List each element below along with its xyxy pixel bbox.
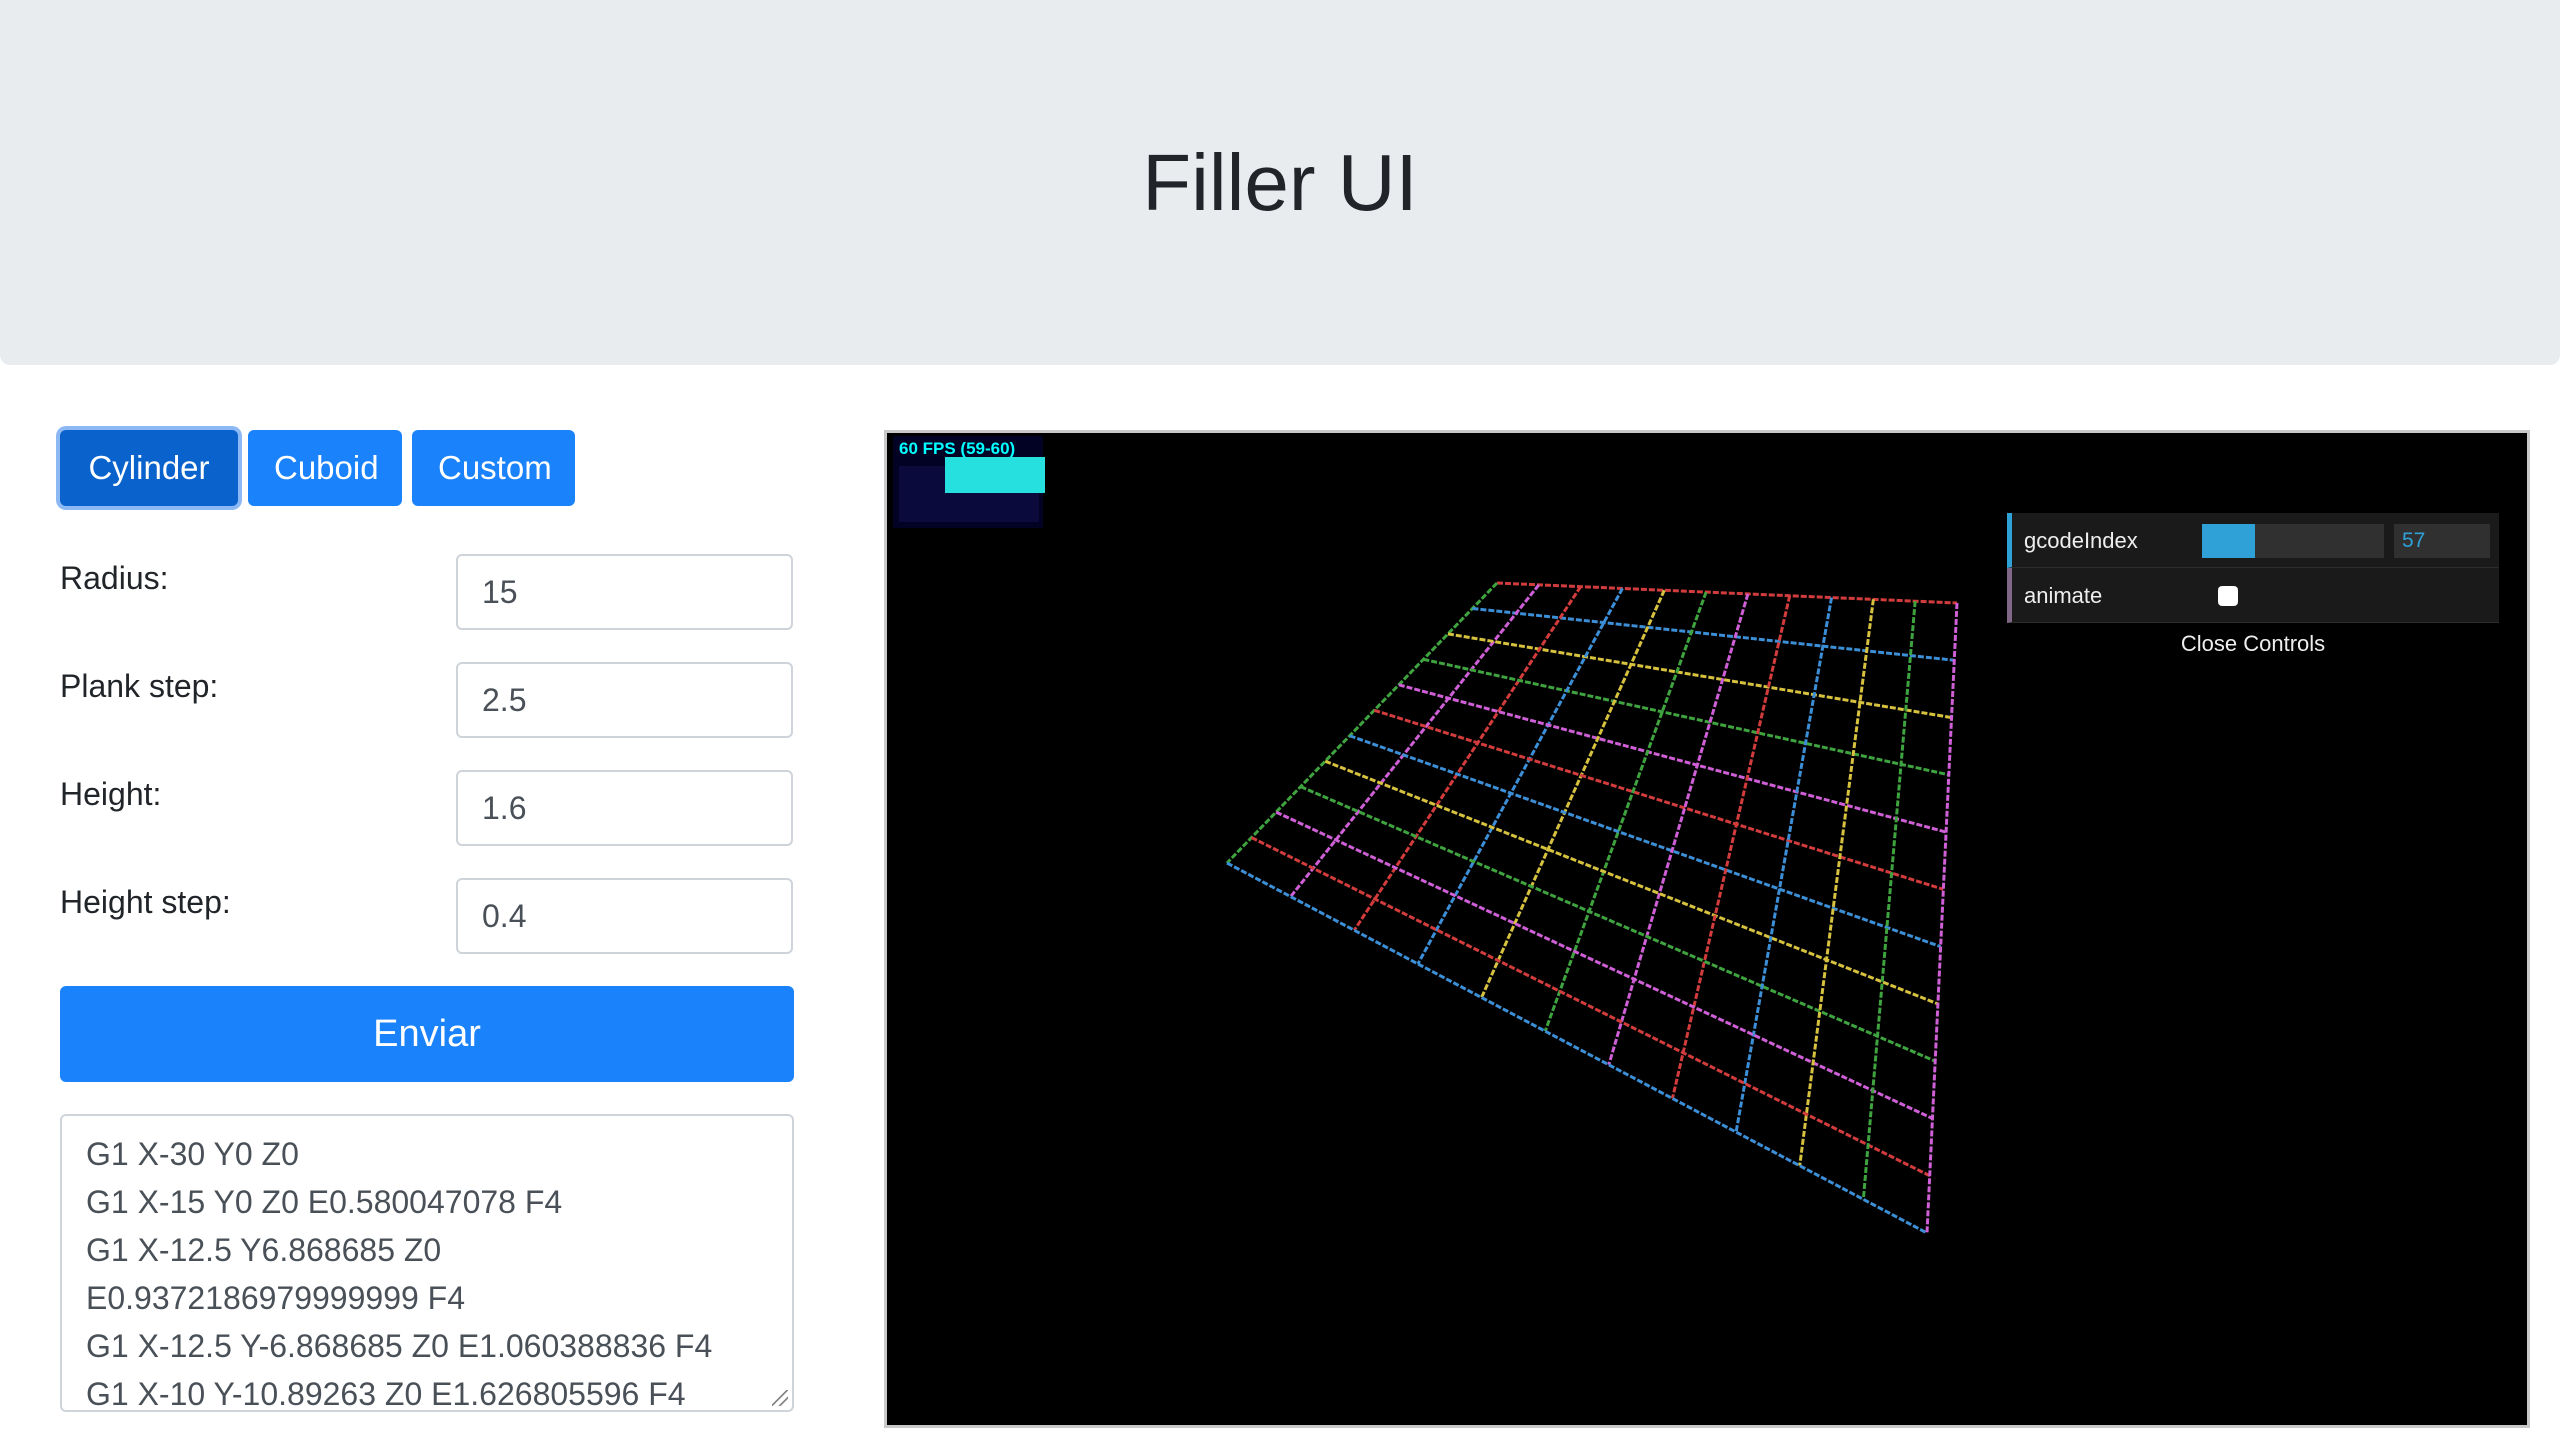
- gcode-index-slider[interactable]: [2202, 524, 2384, 558]
- toolpath-line: [1925, 602, 1959, 1234]
- toolpath-line: [1398, 683, 1947, 834]
- fps-text: 60 FPS (59-60): [899, 439, 1016, 458]
- toolpath-line: [1250, 836, 1931, 1178]
- gcode-index-label: gcodeIndex: [2024, 528, 2138, 553]
- animate-checkbox[interactable]: [2218, 586, 2238, 606]
- plank-step-input[interactable]: [456, 662, 793, 738]
- toolpath-line: [1423, 657, 1950, 777]
- toolpath-line: [1289, 583, 1540, 898]
- toolpath-line: [1543, 591, 1708, 1032]
- gcode-index-value[interactable]: 57: [2394, 524, 2490, 558]
- resize-handle[interactable]: [772, 1390, 788, 1406]
- close-controls-button[interactable]: Close Controls: [2007, 623, 2499, 665]
- animate-control: animate: [2007, 568, 2499, 623]
- radius-input[interactable]: [456, 554, 793, 630]
- toolpath-line: [1496, 581, 1958, 605]
- dat-gui-panel: gcodeIndex 57 animate Close Controls: [2007, 513, 2499, 665]
- toolpath-line: [1798, 599, 1875, 1166]
- gcode-line: E0.9372186979999999 F4: [86, 1280, 466, 1316]
- radius-row: Radius:: [60, 554, 793, 630]
- height-label: Height:: [60, 776, 162, 812]
- 3d-viewport[interactable]: 60 FPS (59-60) gcodeIndex 57 animate Clo…: [884, 430, 2530, 1428]
- plank-step-label: Plank step:: [60, 668, 219, 704]
- gcode-line: G1 X-15 Y0 Z0 E0.580047078 F4: [86, 1184, 563, 1220]
- cylinder-button[interactable]: Cylinder: [60, 430, 238, 506]
- gcode-line: G1 X-12.5 Y6.868685 Z0: [86, 1232, 442, 1268]
- toolpath-line: [1275, 810, 1934, 1120]
- toolpath-line: [1225, 581, 1499, 865]
- header-jumbotron: Filler UI: [0, 0, 2560, 365]
- toolpath-line: [1373, 708, 1944, 891]
- toolpath-line: [1861, 601, 1917, 1200]
- toolpath-line: [1734, 597, 1834, 1133]
- gcode-line: G1 X-12.5 Y-6.868685 Z0 E1.060388836 F4: [86, 1328, 713, 1364]
- toolpath-line: [1472, 606, 1955, 662]
- radius-label: Radius:: [60, 560, 169, 596]
- custom-button[interactable]: Custom: [412, 430, 575, 506]
- gcode-index-slider-fill: [2202, 524, 2255, 558]
- height-row: Height:: [60, 770, 793, 846]
- height-input[interactable]: [456, 770, 793, 846]
- gcode-index-control: gcodeIndex 57: [2007, 513, 2499, 568]
- shape-button-group: Cylinder Cuboid Custom: [60, 430, 575, 506]
- page-title: Filler UI: [1142, 137, 1418, 227]
- height-step-input[interactable]: [456, 878, 793, 954]
- submit-button[interactable]: Enviar: [60, 986, 794, 1082]
- fps-bar: [945, 457, 1045, 493]
- toolpath-line: [1226, 861, 1928, 1235]
- cuboid-button[interactable]: Cuboid: [248, 430, 402, 506]
- height-step-label: Height step:: [60, 884, 231, 920]
- fps-stats-panel[interactable]: 60 FPS (59-60): [893, 436, 1045, 528]
- animate-label: animate: [2024, 583, 2103, 608]
- gcode-textarea[interactable]: G1 X-30 Y0 Z0 G1 X-15 Y0 Z0 E0.580047078…: [60, 1114, 794, 1412]
- height-step-row: Height step:: [60, 878, 793, 954]
- gcode-line: G1 X-30 Y0 Z0: [86, 1136, 299, 1172]
- gcode-line: G1 X-10 Y-10.89263 Z0 E1.626805596 F4: [86, 1376, 686, 1412]
- plank-step-row: Plank step:: [60, 662, 793, 738]
